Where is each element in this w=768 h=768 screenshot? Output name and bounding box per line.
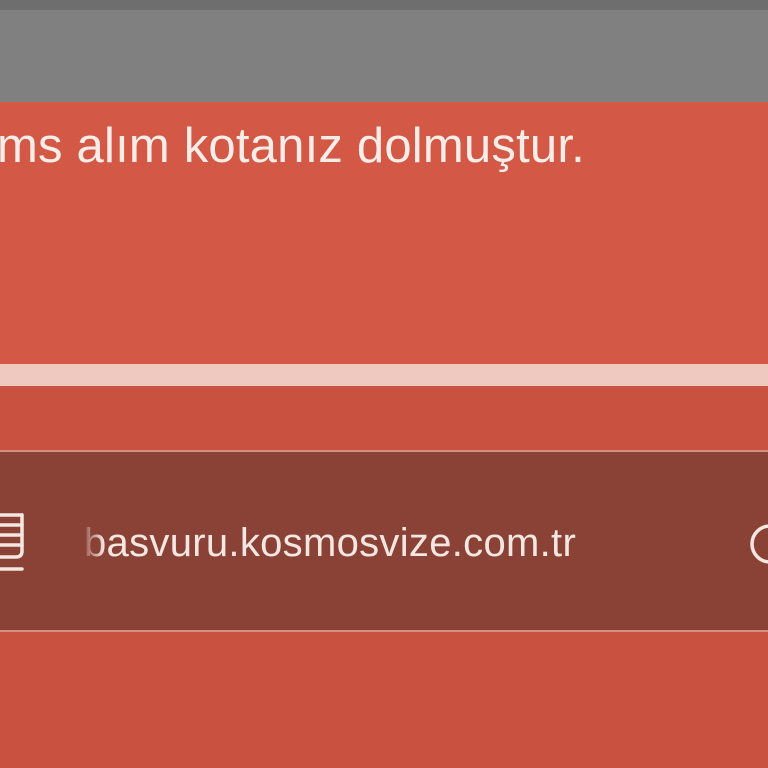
reload-icon[interactable]: [748, 522, 768, 566]
banner-message: ms alım kotanız dolmuştur.: [0, 119, 585, 173]
reader-mode-icon[interactable]: [0, 511, 28, 577]
divider: [0, 364, 768, 386]
top-bar: [0, 0, 768, 102]
screen: ms alım kotanız dolmuştur. basvuru.kosmo…: [0, 0, 768, 768]
url-text[interactable]: basvuru.kosmosvize.com.tr: [84, 518, 576, 568]
